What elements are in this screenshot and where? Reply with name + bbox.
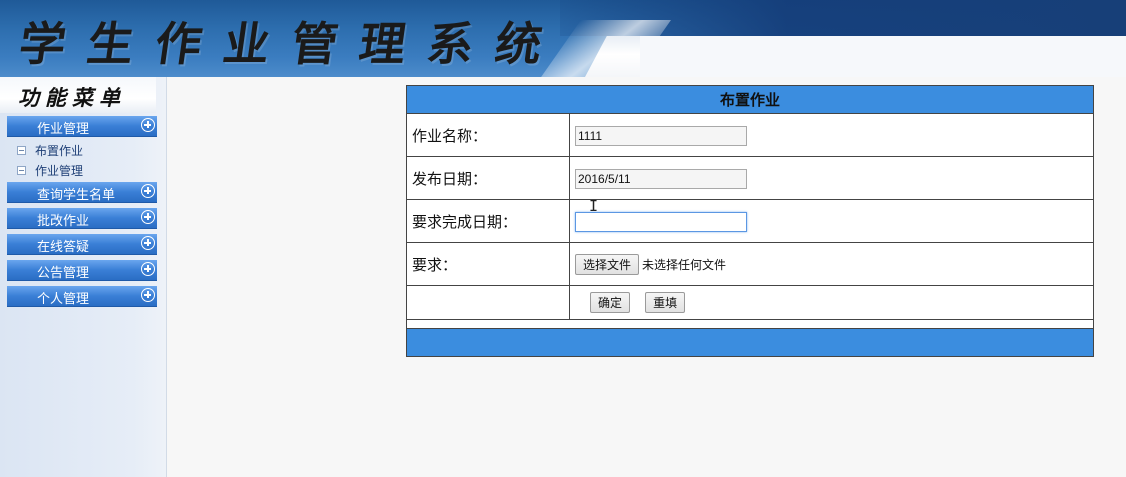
sub-item-label: 布置作业: [35, 144, 84, 158]
sub-item-label: 作业管理: [35, 164, 84, 178]
site-title: 学生作业管理系统: [15, 17, 568, 71]
menu-group-announcements[interactable]: 公告管理: [7, 260, 157, 281]
choose-file-button[interactable]: 选择文件: [575, 253, 640, 275]
menu-header: 功能菜单: [0, 77, 156, 113]
expand-plus-icon[interactable]: [141, 236, 155, 250]
menu-group-homework-management[interactable]: 作业管理: [7, 116, 157, 137]
sub-item-assign-homework[interactable]: 布置作业: [17, 142, 83, 160]
menu-title: 功能菜单: [18, 85, 126, 110]
expand-plus-icon[interactable]: [141, 210, 155, 224]
publish-date-input[interactable]: [575, 168, 747, 189]
homework-name-label: 作业名称：: [406, 113, 570, 157]
menu-group-label: 查询学生名单: [37, 188, 116, 203]
publish-date-cell: [569, 156, 1094, 200]
confirm-button[interactable]: 确定: [590, 292, 631, 313]
due-date-label: 要求完成日期：: [406, 199, 570, 243]
expand-plus-icon[interactable]: [141, 262, 155, 276]
action-buttons-cell: 确定 重填: [569, 285, 1094, 320]
reset-button[interactable]: 重填: [645, 292, 686, 313]
due-date-input[interactable]: [575, 211, 747, 232]
menu-group-grade-homework[interactable]: 批改作业: [7, 208, 157, 229]
spacer-row: [406, 319, 1094, 329]
menu-group-personal[interactable]: 个人管理: [7, 286, 157, 307]
form-footer-bar: [406, 328, 1094, 357]
header-banner: 学生作业管理系统: [0, 0, 1126, 77]
file-status-text: 未选择任何文件: [642, 257, 727, 272]
menu-group-student-list[interactable]: 查询学生名单: [7, 182, 157, 203]
menu-group-label: 作业管理: [37, 122, 90, 137]
sub-item-manage-homework[interactable]: 作业管理: [17, 162, 83, 180]
expand-plus-icon[interactable]: [141, 184, 155, 198]
tree-collapse-icon: [17, 146, 26, 155]
menu-group-label: 批改作业: [37, 214, 90, 229]
menu-group-label: 在线答疑: [37, 240, 90, 255]
empty-label-cell: [406, 285, 570, 320]
requirements-cell: 选择文件 未选择任何文件: [569, 242, 1094, 286]
homework-name-cell: [569, 113, 1094, 157]
requirements-label: 要求：: [406, 242, 570, 286]
assign-homework-form: 布置作业 作业名称： 发布日期： 要求完成日期： 要求： 选择文件未选择任何文件…: [406, 85, 1094, 357]
menu-group-online-qa[interactable]: 在线答疑: [7, 234, 157, 255]
form-title: 布置作业: [406, 85, 1094, 114]
expand-plus-icon[interactable]: [141, 288, 155, 302]
menu-group-label: 个人管理: [37, 292, 90, 307]
sidebar: 功能菜单 作业管理 布置作业 作业管理 查询学生名单 批改作业 在线答疑 公告管…: [0, 77, 167, 477]
text-cursor-icon: I: [589, 197, 599, 215]
homework-name-input[interactable]: [575, 125, 747, 146]
banner-white-area: [640, 36, 1126, 77]
due-date-cell: [569, 199, 1094, 243]
expand-plus-icon[interactable]: [141, 118, 155, 132]
publish-date-label: 发布日期：: [406, 156, 570, 200]
tree-collapse-icon: [17, 166, 26, 175]
menu-group-label: 公告管理: [37, 266, 90, 281]
